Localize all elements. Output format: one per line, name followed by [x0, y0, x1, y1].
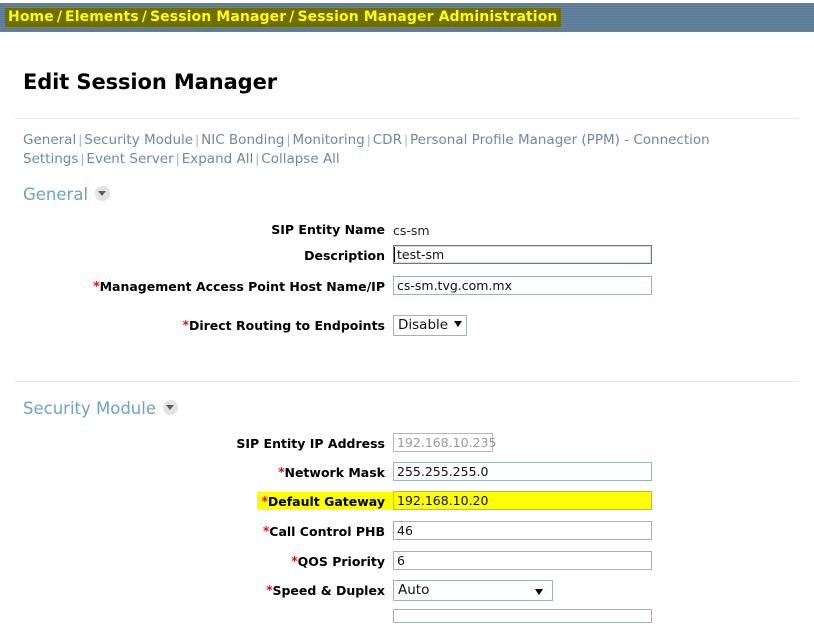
- jumplink-separator: |: [195, 133, 200, 147]
- breadcrumb-item-session-manager[interactable]: Session Manager: [150, 9, 286, 25]
- field-row-sip-entity-name: SIP Entity Name cs-sm: [0, 219, 814, 241]
- call-control-phb-input[interactable]: 46: [393, 521, 652, 540]
- jumplink-event-server[interactable]: Event Server: [86, 151, 173, 167]
- field-label-text: QOS Priority: [297, 554, 385, 569]
- chevron-down-icon: [454, 321, 463, 327]
- jumplink-expand-all[interactable]: Expand All: [182, 151, 254, 167]
- breadcrumb-separator: /: [141, 9, 147, 25]
- speed-duplex-select[interactable]: Auto: [393, 580, 553, 601]
- field-label-text: Management Access Point Host Name/IP: [99, 279, 385, 294]
- speed-duplex-selected-value: Auto: [398, 582, 430, 598]
- divider-middle: [15, 381, 799, 382]
- chevron-down-icon[interactable]: [163, 400, 178, 415]
- jumplink-separator: |: [175, 152, 180, 166]
- direct-routing-selected-value: Disable: [398, 317, 449, 333]
- jumplink-separator: |: [286, 133, 291, 147]
- chevron-down-icon[interactable]: [95, 186, 111, 201]
- jumplink-collapse-all[interactable]: Collapse All: [261, 151, 339, 167]
- jumplink-nic-bonding[interactable]: NIC Bonding: [201, 132, 284, 148]
- default-gateway-input[interactable]: 192.168.10.20: [393, 491, 652, 510]
- jumplink-cdr[interactable]: CDR: [373, 132, 402, 148]
- field-value-sip-entity-name: cs-sm: [393, 223, 430, 238]
- field-label-text: Default Gateway: [267, 494, 385, 509]
- field-row-sip-entity-ip-address: SIP Entity IP Address 192.168.10.235: [0, 433, 814, 455]
- field-row-network-mask: *Network Mask 255.255.255.0: [0, 462, 814, 484]
- sip-entity-ip-address-input: 192.168.10.235: [393, 433, 496, 452]
- qos-priority-input[interactable]: 6: [393, 551, 652, 570]
- field-label-text: Call Control PHB: [269, 524, 385, 539]
- text-caret: [394, 247, 395, 262]
- jumplink-general[interactable]: General: [23, 132, 76, 148]
- section-header-general: General: [23, 184, 111, 204]
- page-title: Edit Session Manager: [23, 70, 277, 94]
- breadcrumb-bar: Home / Elements / Session Manager / Session Ma…: [0, 3, 814, 32]
- jumplink-security-module[interactable]: Security Module: [84, 132, 193, 148]
- field-label-management-access-point: *Management Access Point Host Name/IP: [0, 279, 385, 294]
- field-label-network-mask: *Network Mask: [0, 465, 385, 480]
- field-label-direct-routing: *Direct Routing to Endpoints: [0, 318, 385, 333]
- direct-routing-select[interactable]: Disable: [393, 315, 467, 336]
- field-label-sip-entity-name: SIP Entity Name: [271, 222, 385, 237]
- field-label-description: Description: [304, 248, 385, 263]
- field-row-call-control-phb: *Call Control PHB 46: [0, 521, 814, 543]
- field-row-next-partial: [0, 609, 814, 631]
- field-label-text: Direct Routing to Endpoints: [188, 318, 385, 333]
- network-mask-input[interactable]: 255.255.255.0: [393, 462, 652, 481]
- breadcrumb: Home / Elements / Session Manager / Session Ma…: [5, 8, 561, 27]
- field-label-text: Speed & Duplex: [272, 583, 385, 598]
- jumplink-monitoring[interactable]: Monitoring: [293, 132, 365, 148]
- field-label-qos-priority: *QOS Priority: [0, 554, 385, 569]
- breadcrumb-item-home[interactable]: Home: [8, 9, 54, 25]
- field-row-description: Description test-sm: [0, 245, 814, 267]
- field-row-qos-priority: *QOS Priority 6: [0, 551, 814, 573]
- field-label-text: Network Mask: [284, 465, 385, 480]
- breadcrumb-separator: /: [289, 9, 295, 25]
- breadcrumb-separator: /: [56, 9, 63, 25]
- jumplink-separator: |: [366, 133, 371, 147]
- field-row-direct-routing: *Direct Routing to Endpoints Disable: [0, 315, 814, 337]
- field-label-default-gateway: *Default Gateway: [0, 494, 385, 509]
- breadcrumb-item-elements[interactable]: Elements: [65, 9, 139, 25]
- field-row-default-gateway: *Default Gateway 192.168.10.20: [0, 491, 814, 513]
- breadcrumb-item-session-manager-administration[interactable]: Session Manager Administration: [297, 9, 557, 25]
- divider-top: [15, 118, 799, 119]
- field-row-speed-duplex: *Speed & Duplex Auto: [0, 580, 814, 602]
- next-field-input[interactable]: [393, 609, 652, 623]
- field-row-management-access-point: *Management Access Point Host Name/IP cs…: [0, 276, 814, 298]
- section-header-security-module: Security Module: [23, 398, 178, 418]
- description-input[interactable]: test-sm: [393, 245, 652, 264]
- jumplink-separator: |: [403, 133, 408, 147]
- field-label-sip-entity-ip-address: SIP Entity IP Address: [236, 436, 385, 451]
- section-title-general: General: [23, 185, 89, 204]
- section-title-security-module: Security Module: [23, 399, 156, 418]
- management-access-point-input[interactable]: cs-sm.tvg.com.mx: [393, 276, 652, 295]
- section-jump-links: General | Security Module | NIC Bonding | Moni…: [23, 131, 798, 169]
- chevron-down-icon: [535, 589, 543, 595]
- field-label-speed-duplex: *Speed & Duplex: [0, 583, 385, 598]
- field-label-call-control-phb: *Call Control PHB: [0, 524, 385, 539]
